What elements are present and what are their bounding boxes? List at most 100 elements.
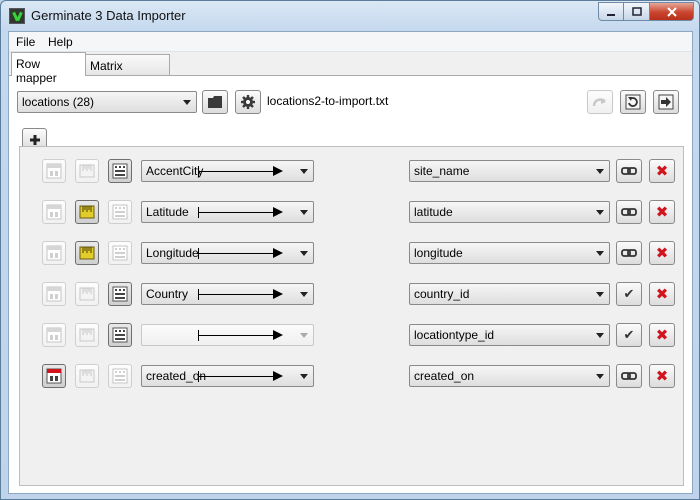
- minimize-icon: [607, 13, 615, 16]
- refresh-button[interactable]: [620, 90, 646, 114]
- mapping-row: locationtype_id ✔ ✖: [20, 323, 683, 349]
- tab-row-mapper[interactable]: Row mapper: [11, 52, 86, 85]
- menu-bar: File Help: [9, 32, 692, 52]
- tab-matrix-mapper[interactable]: Matrix mapper: [85, 54, 170, 87]
- link-icon: [621, 206, 637, 218]
- mapping-arrow: [198, 248, 283, 259]
- text-icon: [112, 286, 128, 302]
- chevron-down-icon: [300, 169, 308, 174]
- date-type-button[interactable]: [42, 282, 66, 306]
- mapping-list: AccentCity site_name ✖ Latitude latitude ✖ Lon…: [19, 146, 684, 486]
- folder-icon: [208, 96, 222, 108]
- date-type-button[interactable]: [42, 241, 66, 265]
- minimize-button[interactable]: [598, 2, 624, 21]
- mapping-row: Longitude longitude ✖: [20, 241, 683, 267]
- target-column-select[interactable]: site_name: [409, 160, 610, 182]
- gear-icon: [241, 95, 255, 109]
- number-type-button[interactable]: [75, 323, 99, 347]
- delete-mapping-button[interactable]: ✖: [649, 282, 675, 306]
- target-column-select[interactable]: country_id: [409, 283, 610, 305]
- mapping-row: Country country_id ✔ ✖: [20, 282, 683, 308]
- text-type-button[interactable]: [108, 200, 132, 224]
- delete-icon: ✖: [655, 366, 669, 385]
- text-type-button[interactable]: [108, 364, 132, 388]
- chevron-down-icon: [596, 251, 604, 256]
- chevron-down-icon: [596, 169, 604, 174]
- link-button[interactable]: [616, 159, 642, 183]
- delete-icon: ✖: [655, 243, 669, 262]
- delete-mapping-button[interactable]: ✖: [649, 323, 675, 347]
- import-icon: [658, 94, 674, 110]
- open-file-button[interactable]: [202, 90, 228, 114]
- chevron-down-icon: [596, 210, 604, 215]
- target-column-value: locationtype_id: [414, 328, 495, 342]
- settings-button[interactable]: [235, 90, 261, 114]
- text-icon: [112, 204, 128, 220]
- delete-mapping-button[interactable]: ✖: [649, 364, 675, 388]
- file-name: locations2-to-import.txt: [267, 94, 389, 108]
- mapping-arrow: [198, 166, 283, 177]
- number-type-button[interactable]: [75, 159, 99, 183]
- target-column-value: country_id: [414, 287, 470, 301]
- delete-mapping-button[interactable]: ✖: [649, 159, 675, 183]
- chevron-down-icon: [300, 374, 308, 379]
- undo-button[interactable]: [587, 90, 613, 114]
- refresh-icon: [625, 94, 641, 110]
- table-select-value: locations (28): [22, 95, 95, 109]
- delete-mapping-button[interactable]: ✖: [649, 241, 675, 265]
- chevron-down-icon: [596, 374, 604, 379]
- target-column-value: site_name: [414, 164, 470, 178]
- source-column-value: AccentCity: [146, 164, 204, 178]
- menu-file[interactable]: File: [16, 35, 35, 49]
- client-area: File Help Row mapper Matrix mapper locat…: [8, 31, 693, 494]
- table-select[interactable]: locations (28): [17, 91, 197, 113]
- link-icon: [621, 247, 637, 259]
- text-icon: [112, 245, 128, 261]
- target-column-select[interactable]: created_on: [409, 365, 610, 387]
- number-type-button[interactable]: [75, 364, 99, 388]
- text-icon: [112, 368, 128, 384]
- mapping-arrow: [198, 330, 283, 341]
- text-type-button[interactable]: [108, 282, 132, 306]
- window-title: Germinate 3 Data Importer: [31, 8, 186, 23]
- import-button[interactable]: [653, 90, 679, 114]
- plus-icon: [29, 134, 40, 145]
- confirm-button[interactable]: ✔: [616, 323, 642, 347]
- text-type-button[interactable]: [108, 241, 132, 265]
- target-column-select[interactable]: latitude: [409, 201, 610, 223]
- close-button[interactable]: [650, 2, 694, 21]
- mapping-arrow: [198, 289, 283, 300]
- calendar-date-icon: [46, 163, 62, 179]
- check-icon: ✔: [623, 286, 635, 302]
- text-type-button[interactable]: [108, 159, 132, 183]
- link-button[interactable]: [616, 241, 642, 265]
- maximize-icon: [631, 6, 642, 16]
- mapping-row: AccentCity site_name ✖: [20, 159, 683, 185]
- date-type-button[interactable]: [42, 200, 66, 224]
- mapping-arrow: [198, 371, 283, 382]
- text-icon: [112, 327, 128, 343]
- number-type-button[interactable]: [75, 200, 99, 224]
- target-column-select[interactable]: locationtype_id: [409, 324, 610, 346]
- delete-icon: ✖: [655, 161, 669, 180]
- confirm-button[interactable]: ✔: [616, 282, 642, 306]
- delete-mapping-button[interactable]: ✖: [649, 200, 675, 224]
- mapping-row: Latitude latitude ✖: [20, 200, 683, 226]
- date-type-button[interactable]: [42, 159, 66, 183]
- number-type-button[interactable]: [75, 282, 99, 306]
- date-type-button[interactable]: [42, 323, 66, 347]
- chevron-down-icon: [596, 333, 604, 338]
- menu-help[interactable]: Help: [48, 35, 73, 49]
- ruler-icon: [79, 368, 95, 384]
- link-button[interactable]: [616, 200, 642, 224]
- chevron-down-icon: [596, 292, 604, 297]
- title-bar[interactable]: Germinate 3 Data Importer: [1, 1, 699, 31]
- maximize-button[interactable]: [624, 2, 650, 21]
- link-button[interactable]: [616, 364, 642, 388]
- app-logo-icon: [9, 8, 25, 24]
- text-type-button[interactable]: [108, 323, 132, 347]
- target-column-value: latitude: [414, 205, 453, 219]
- target-column-select[interactable]: longitude: [409, 242, 610, 264]
- date-type-button[interactable]: [42, 364, 66, 388]
- number-type-button[interactable]: [75, 241, 99, 265]
